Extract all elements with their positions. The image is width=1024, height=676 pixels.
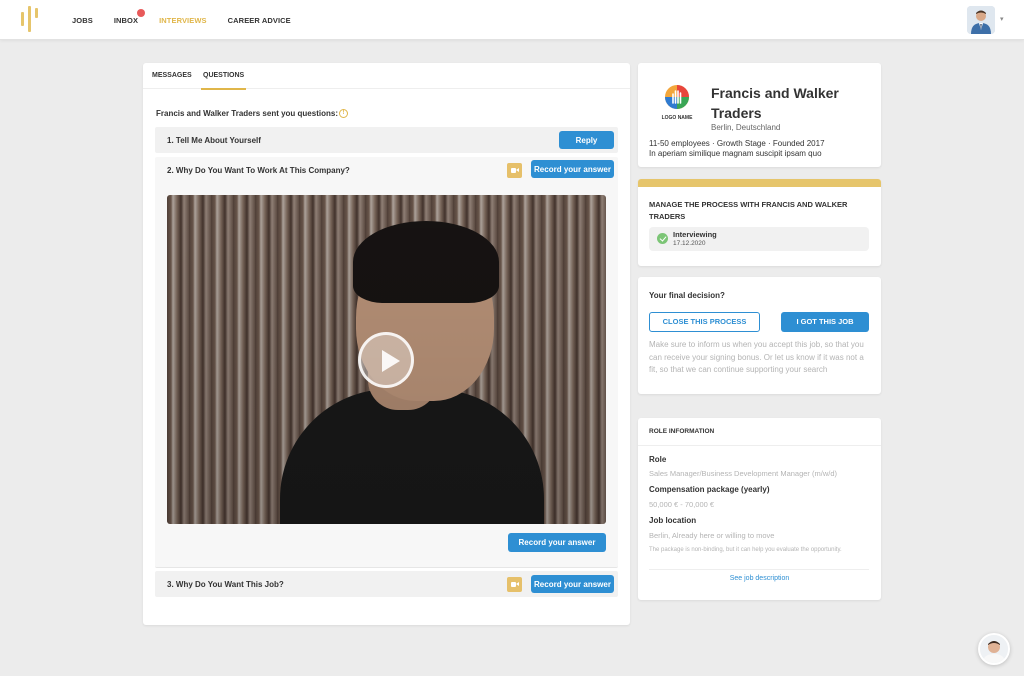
role-header-title: ROLE INFORMATION [649,428,715,435]
role-label: Role [649,455,667,464]
tab-bar: MESSAGES QUESTIONS [143,63,630,90]
support-chat-avatar[interactable] [978,633,1010,665]
video-camera-icon[interactable] [507,163,522,178]
job-location-value: Berlin, Already here or willing to move [649,531,775,540]
chevron-down-icon[interactable]: ▾ [1000,15,1004,23]
job-description-link[interactable]: See job description [638,575,881,582]
question-row: 2. Why Do You Want To Work At This Compa… [155,157,618,183]
video-camera-icon[interactable] [507,577,522,592]
package-note: The package is non-binding, but it can h… [649,547,842,553]
close-process-button[interactable]: CLOSE THIS PROCESS [649,312,760,332]
manage-process-card: MANAGE THE PROCESS WITH FRANCIS AND WALK… [638,179,881,266]
video-player[interactable] [167,195,606,524]
brand-logo-icon[interactable] [19,6,45,32]
questions-intro-text: Francis and Walker Traders sent you ques… [156,109,338,118]
notification-dot [137,8,146,17]
tab-messages[interactable]: MESSAGES [152,72,192,79]
play-icon[interactable] [358,332,414,388]
question-title: 3. Why Do You Want This Job? [167,580,284,589]
question-title: 2. Why Do You Want To Work At This Compa… [167,166,350,175]
info-icon[interactable]: ! [338,109,348,119]
user-avatar[interactable] [967,6,995,34]
compensation-value: 50,000 € - 70,000 € [649,500,715,509]
question-row: 1. Tell Me About Yourself Reply [155,127,618,153]
nav-career-advice[interactable]: CAREER ADVICE [228,16,291,25]
manage-title: MANAGE THE PROCESS WITH FRANCIS AND WALK… [649,200,848,221]
logo-text: LOGO NAME [662,115,693,121]
company-facts: 11-50 employees · Growth Stage · Founded… [649,139,825,148]
nav-inbox[interactable]: INBOX [113,8,146,25]
record-answer-button[interactable]: Record your answer [531,160,614,178]
status-date: 17.12.2020 [673,240,706,247]
role-value: Sales Manager/Business Development Manag… [649,469,838,478]
question-row: 3. Why Do You Want This Job? Record your… [155,571,618,597]
company-name: Francis and Walker Traders [711,85,839,121]
decision-note: Make sure to inform us when you accept t… [649,340,864,374]
nav-interviews[interactable]: INTERVIEWS [159,16,207,25]
company-logo: LOGO NAME [652,77,702,127]
nav-inbox-label: INBOX [113,15,139,25]
reply-button[interactable]: Reply [559,131,614,149]
company-meta: 11-50 employees · Growth Stage · Founded… [649,139,825,159]
company-description: In aperiam similique magnam suscipit ips… [649,149,822,158]
status-label: Interviewing [673,230,717,239]
decision-card: Your final decision? CLOSE THIS PROCESS … [638,277,881,394]
question-title: 1. Tell Me About Yourself [167,136,261,145]
role-info-card: ROLE INFORMATION Role Sales Manager/Busi… [638,418,881,600]
question-expanded: 2. Why Do You Want To Work At This Compa… [155,157,618,568]
role-header: ROLE INFORMATION [638,418,881,446]
status-badge: Interviewing 17.12.2020 [649,227,869,251]
check-icon [657,233,668,244]
questions-intro: Francis and Walker Traders sent you ques… [156,109,348,119]
compensation-label: Compensation package (yearly) [649,485,770,494]
nav-jobs[interactable]: JOBS [72,16,93,25]
job-location-label: Job location [649,516,697,525]
got-job-button[interactable]: I GOT THIS JOB [781,312,869,332]
record-answer-button[interactable]: Record your answer [531,575,614,593]
questions-panel: MESSAGES QUESTIONS Francis and Walker Tr… [143,63,630,625]
divider [649,569,869,570]
main-nav: JOBS INBOX INTERVIEWS CAREER ADVICE [72,0,312,40]
top-navigation: JOBS INBOX INTERVIEWS CAREER ADVICE ▾ [0,0,1024,40]
company-location: Berlin, Deutschland [711,123,781,132]
accent-bar [638,179,881,187]
record-answer-button[interactable]: Record your answer [508,533,606,552]
decision-title: Your final decision? [649,291,725,300]
tab-questions[interactable]: QUESTIONS [200,72,247,90]
company-card: LOGO NAME Francis and Walker Traders Ber… [638,63,881,167]
